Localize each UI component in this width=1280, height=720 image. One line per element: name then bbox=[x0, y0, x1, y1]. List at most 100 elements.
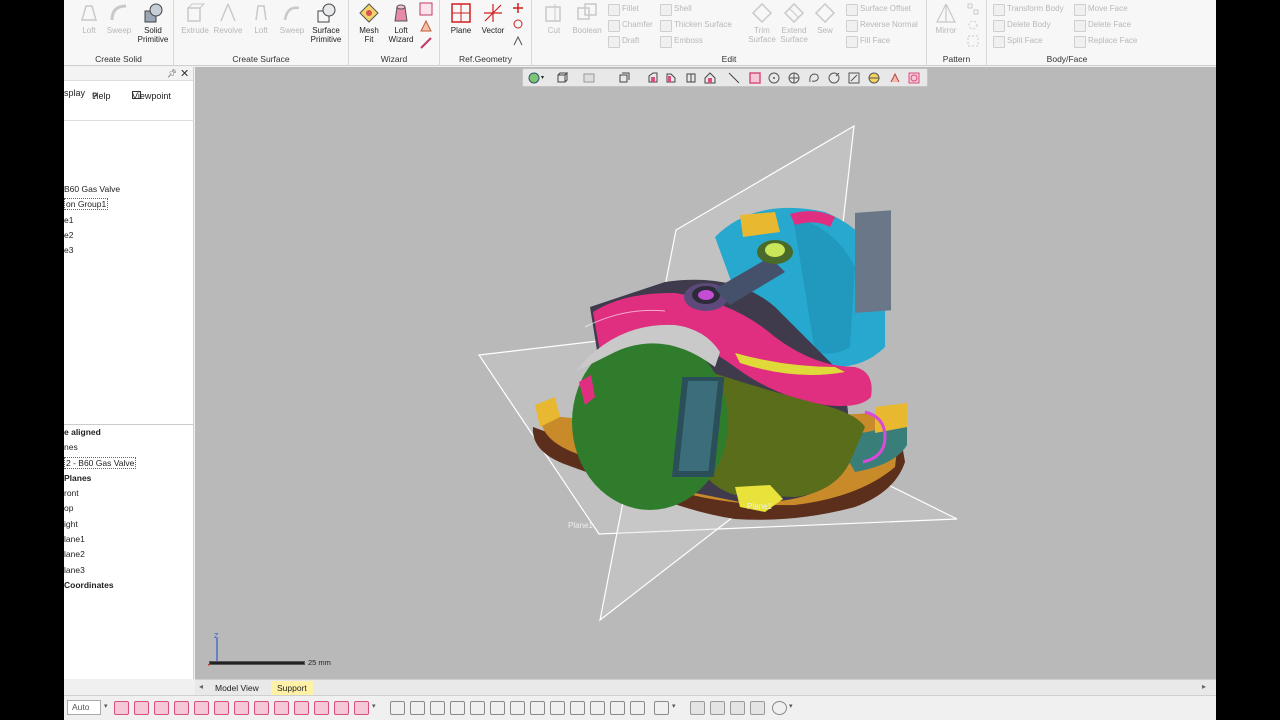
surface-primitive-button[interactable]: Surface Primitive bbox=[309, 2, 343, 44]
view-tool-icon[interactable] bbox=[530, 701, 545, 715]
extrude-button[interactable]: Extrude bbox=[178, 2, 212, 35]
dropdown-arrow-icon[interactable]: ▾ bbox=[372, 702, 376, 710]
wizard-small-icon-2[interactable] bbox=[419, 19, 433, 33]
chamfer-button[interactable]: Chamfer bbox=[608, 18, 653, 32]
vector-button[interactable]: Vector bbox=[476, 2, 510, 35]
select-mode-icon[interactable] bbox=[114, 701, 129, 715]
select-mode-icon[interactable] bbox=[314, 701, 329, 715]
dropdown-arrow-icon[interactable]: ▾ bbox=[104, 702, 108, 710]
view-tool-icon[interactable] bbox=[510, 701, 525, 715]
tree-item-selected[interactable]: on Group1 bbox=[64, 197, 120, 212]
tree-item[interactable]: ight bbox=[64, 517, 136, 532]
measure-icon[interactable] bbox=[690, 701, 705, 715]
thicken-surface-button[interactable]: Thicken Surface bbox=[660, 18, 732, 32]
view-tool-icon[interactable] bbox=[470, 701, 485, 715]
scroll-right-icon[interactable]: ▸ bbox=[1202, 682, 1206, 691]
curve-pattern-icon[interactable] bbox=[967, 35, 979, 47]
tree-item[interactable]: op bbox=[64, 501, 136, 516]
select-mode-icon[interactable] bbox=[174, 701, 189, 715]
emboss-button[interactable]: Emboss bbox=[660, 34, 703, 48]
move-face-button[interactable]: Move Face bbox=[1074, 2, 1128, 16]
measure-icon[interactable] bbox=[750, 701, 765, 715]
3d-viewport[interactable]: ▾ Plane1 Plane1 Z 25 mm bbox=[195, 67, 1216, 679]
select-mode-icon[interactable] bbox=[334, 701, 349, 715]
loft-wizard-button[interactable]: Loft Wizard bbox=[384, 2, 418, 44]
select-mode-icon[interactable] bbox=[354, 701, 369, 715]
tab-display[interactable]: splay bbox=[64, 88, 85, 98]
loft-solid-button[interactable]: Loft bbox=[72, 2, 106, 35]
tree-item[interactable]: lane2 bbox=[64, 547, 136, 562]
sweep-solid-button[interactable]: Sweep bbox=[102, 2, 136, 35]
measure-icon[interactable] bbox=[710, 701, 725, 715]
surface-offset-button[interactable]: Surface Offset bbox=[846, 2, 911, 16]
tree-item[interactable]: lane3 bbox=[64, 563, 136, 578]
linear-pattern-icon[interactable] bbox=[967, 3, 979, 15]
tree-item[interactable]: Planes bbox=[64, 471, 136, 486]
tree-item[interactable]: e1 bbox=[64, 213, 120, 228]
replace-face-button[interactable]: Replace Face bbox=[1074, 34, 1137, 48]
coordinate-icon[interactable] bbox=[512, 18, 524, 30]
tree-item[interactable]: e2 bbox=[64, 228, 120, 243]
view-tool-icon[interactable] bbox=[390, 701, 405, 715]
loft-surface-button[interactable]: Loft bbox=[244, 2, 278, 35]
view-tool-icon[interactable] bbox=[590, 701, 605, 715]
scroll-left-icon[interactable]: ◂ bbox=[199, 682, 203, 691]
trim-surface-button[interactable]: Trim Surface bbox=[745, 2, 779, 44]
view-tool-icon[interactable] bbox=[410, 701, 425, 715]
select-mode-icon[interactable] bbox=[134, 701, 149, 715]
measure-icon[interactable] bbox=[730, 701, 745, 715]
tab-support[interactable]: Support bbox=[271, 681, 313, 695]
fill-face-button[interactable]: Fill Face bbox=[846, 34, 890, 48]
tree-item[interactable]: lane1 bbox=[64, 532, 136, 547]
select-mode-icon[interactable] bbox=[254, 701, 269, 715]
boolean-button[interactable]: Boolean bbox=[570, 2, 604, 35]
dropdown-arrow-icon[interactable]: ▾ bbox=[789, 702, 793, 710]
revolve-button[interactable]: Revolve bbox=[211, 2, 245, 35]
tree-item[interactable]: e3 bbox=[64, 243, 120, 258]
sweep-surface-button[interactable]: Sweep bbox=[275, 2, 309, 35]
tree-item[interactable]: e aligned bbox=[64, 425, 136, 440]
select-mode-icon[interactable] bbox=[194, 701, 209, 715]
tab-model-view[interactable]: Model View bbox=[209, 681, 265, 695]
circular-pattern-icon[interactable] bbox=[967, 19, 979, 31]
tree-item-selected[interactable]: 2 - B60 Gas Valve bbox=[64, 456, 137, 471]
shell-button[interactable]: Shell bbox=[660, 2, 692, 16]
wizard-small-icon-3[interactable] bbox=[419, 36, 433, 50]
reverse-normal-button[interactable]: Reverse Normal bbox=[846, 18, 918, 32]
view-tool-icon[interactable] bbox=[430, 701, 445, 715]
tree-item[interactable]: Coordinates bbox=[64, 578, 136, 593]
sew-button[interactable]: Sew bbox=[808, 2, 842, 35]
cut-button[interactable]: Cut bbox=[537, 2, 571, 35]
delete-body-button[interactable]: Delete Body bbox=[993, 18, 1051, 32]
close-panel-icon[interactable]: ✕ bbox=[180, 67, 189, 80]
select-mode-icon[interactable] bbox=[234, 701, 249, 715]
select-mode-icon[interactable] bbox=[274, 701, 289, 715]
extend-surface-button[interactable]: Extend Surface bbox=[777, 2, 811, 44]
delete-face-button[interactable]: Delete Face bbox=[1074, 18, 1131, 32]
view-tool-icon[interactable] bbox=[630, 701, 645, 715]
wizard-small-icon-1[interactable] bbox=[419, 2, 433, 16]
solid-primitive-button[interactable]: Solid Primitive bbox=[136, 2, 170, 44]
plane-button[interactable]: Plane bbox=[444, 2, 478, 35]
transform-body-button[interactable]: Transform Body bbox=[993, 2, 1064, 16]
mesh-fit-button[interactable]: Mesh Fit bbox=[352, 2, 386, 44]
view-tool-icon[interactable] bbox=[570, 701, 585, 715]
pin-icon[interactable]: 📌︎ bbox=[167, 69, 177, 78]
mirror-button[interactable]: Mirror bbox=[929, 2, 963, 35]
select-mode-icon[interactable] bbox=[154, 701, 169, 715]
tree-item[interactable]: B60 Gas Valve bbox=[64, 182, 120, 197]
view-tool-icon[interactable] bbox=[610, 701, 625, 715]
select-mode-icon[interactable] bbox=[214, 701, 229, 715]
axis-icon[interactable] bbox=[512, 35, 524, 47]
auto-select-dropdown[interactable]: Auto bbox=[67, 700, 101, 715]
view-tool-icon[interactable] bbox=[490, 701, 505, 715]
point-icon[interactable] bbox=[512, 2, 524, 14]
view-tool-icon[interactable] bbox=[550, 701, 565, 715]
circle-tool-icon[interactable] bbox=[772, 701, 787, 715]
tree-item[interactable]: nes bbox=[64, 440, 136, 455]
select-mode-icon[interactable] bbox=[294, 701, 309, 715]
draft-button[interactable]: Draft bbox=[608, 34, 639, 48]
tree-item[interactable]: ront bbox=[64, 486, 136, 501]
view-tool-icon[interactable] bbox=[450, 701, 465, 715]
fillet-button[interactable]: Fillet bbox=[608, 2, 639, 16]
